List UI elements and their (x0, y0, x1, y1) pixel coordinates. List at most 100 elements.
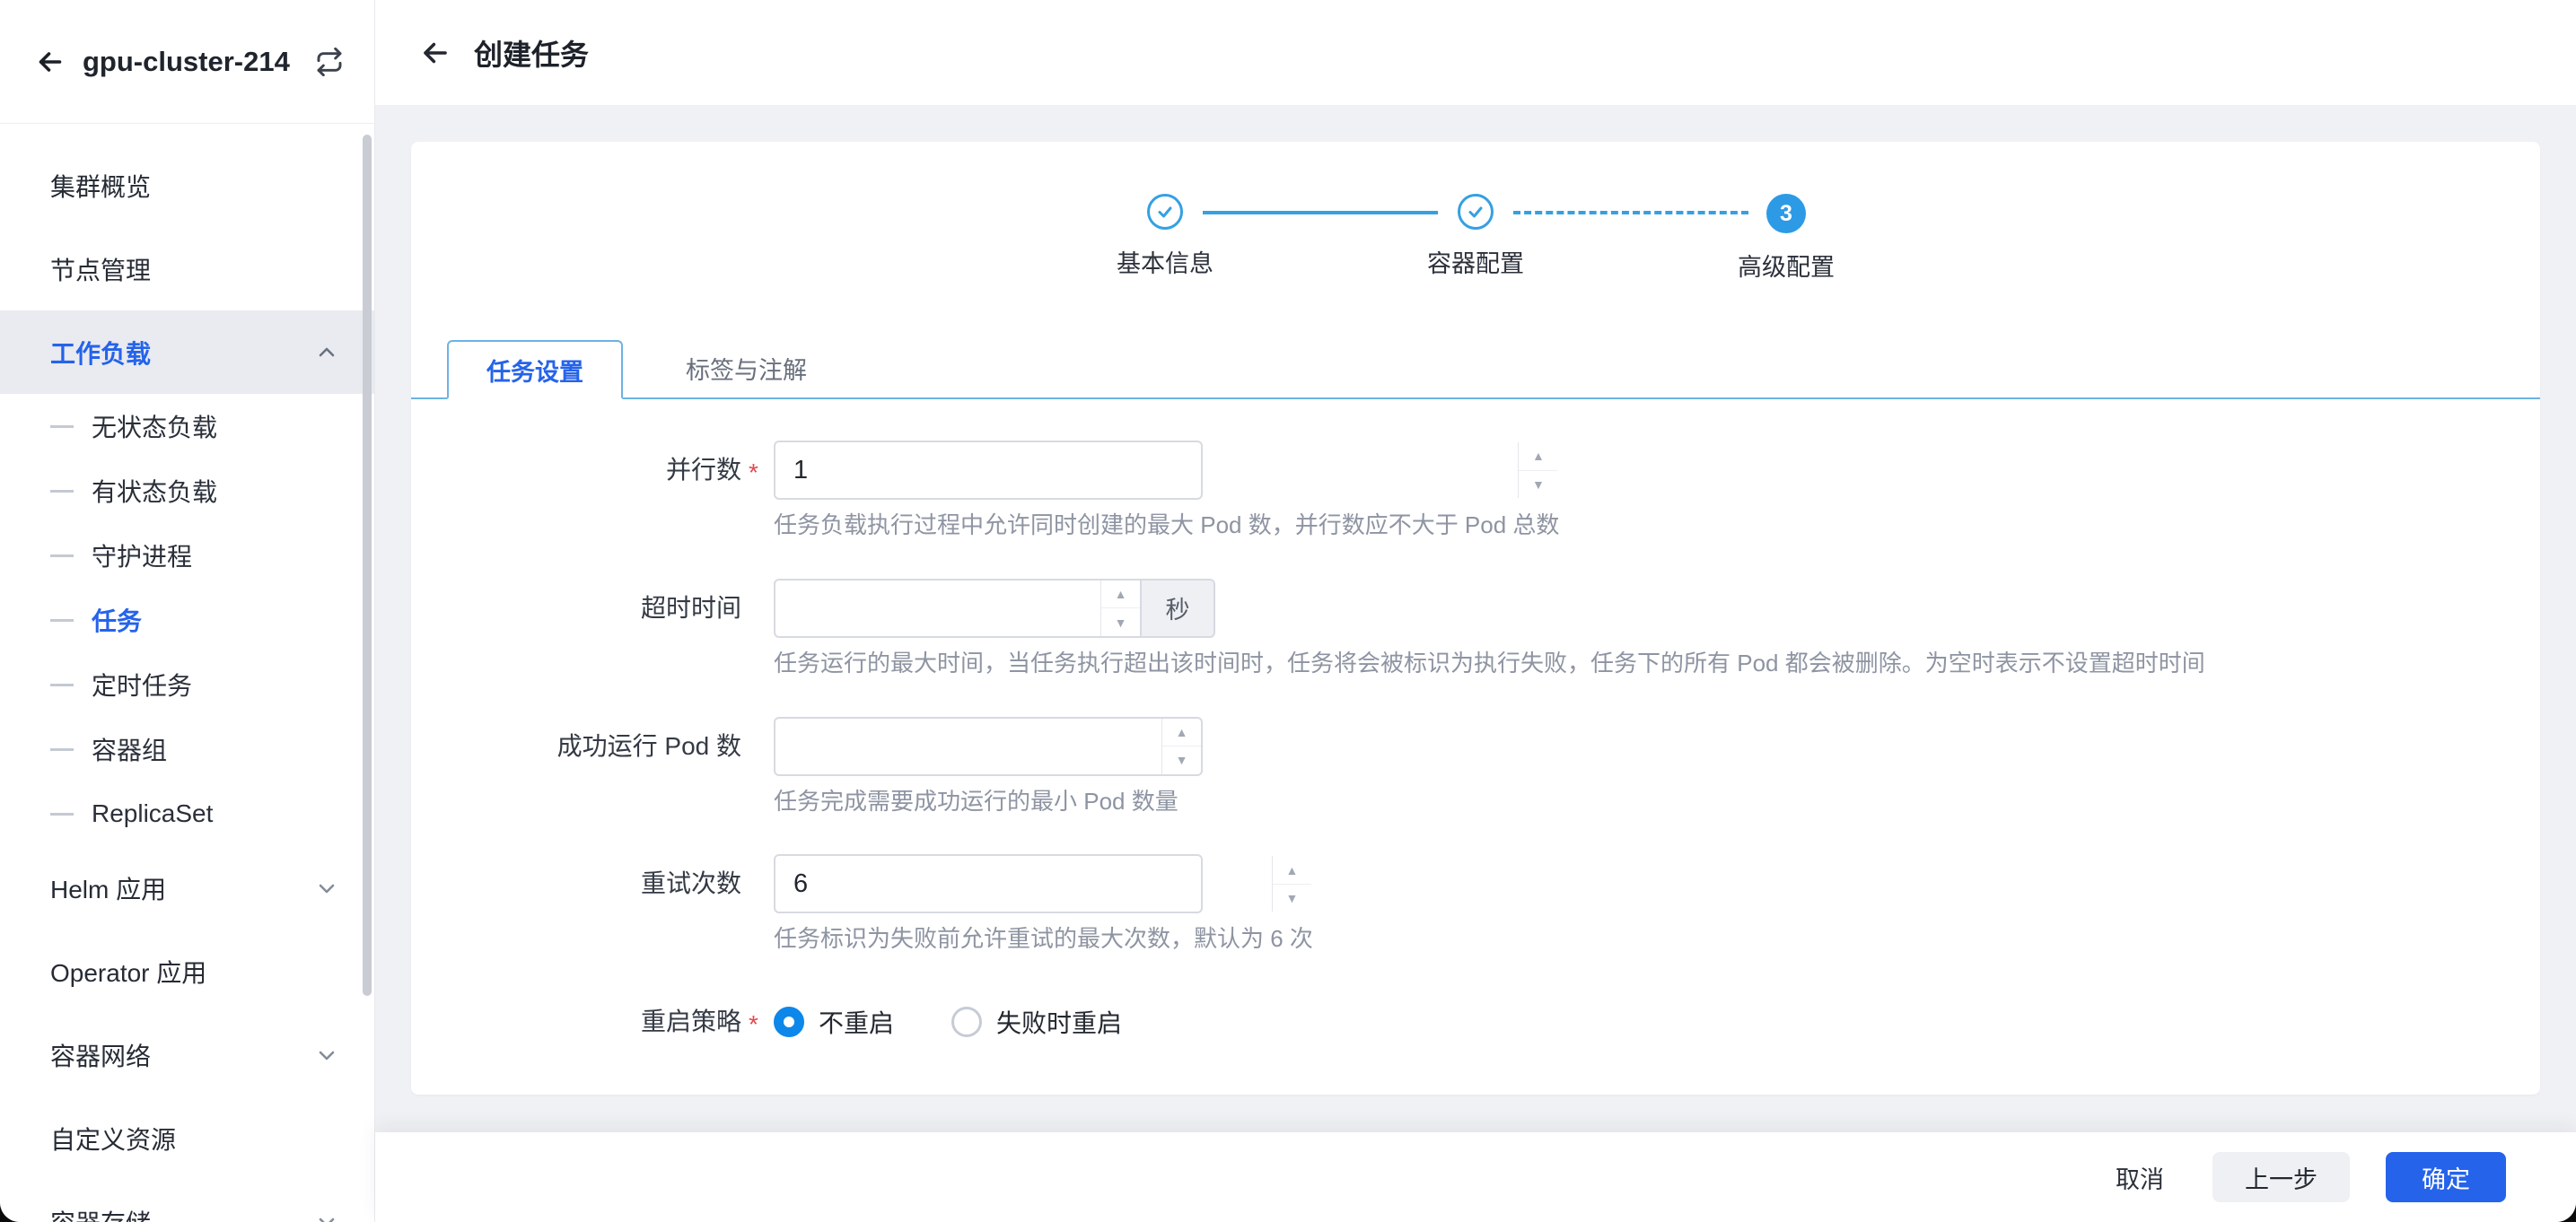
sidebar-item-helm-apps[interactable]: Helm 应用 (0, 846, 374, 930)
step-label: 高级配置 (1738, 248, 1835, 283)
success-pods-input[interactable] (774, 717, 1203, 776)
tab-bar: 任务设置 标签与注解 (411, 338, 2540, 399)
spinner-up-icon[interactable]: ▲ (1273, 856, 1311, 885)
dash-icon (50, 554, 74, 557)
step-connector-solid (1203, 211, 1438, 214)
cluster-name: gpu-cluster-214 (83, 46, 290, 78)
radio-unselected-icon (951, 1007, 982, 1037)
dash-icon (50, 425, 74, 428)
field-label: 重启策略 (411, 992, 741, 1057)
sidebar-item-label: 工作负载 (50, 335, 151, 371)
spinner-up-icon[interactable]: ▲ (1162, 719, 1201, 747)
previous-step-button[interactable]: 上一步 (2212, 1152, 2350, 1202)
sidebar-item-custom-resources[interactable]: 自定义资源 (0, 1096, 374, 1180)
spinner-down-icon[interactable]: ▼ (1162, 746, 1201, 774)
page-content: 基本信息 容器配置 3 高级配置 (375, 106, 2576, 1132)
radio-restart-on-failure[interactable]: 失败时重启 (951, 1004, 1122, 1040)
sidebar-item-cluster-overview[interactable]: 集群概览 (0, 144, 374, 227)
page-back-icon[interactable] (418, 36, 452, 70)
field-label: 并行数 (411, 441, 741, 541)
timeout-unit-suffix: 秒 (1142, 579, 1215, 638)
spinner-down-icon[interactable]: ▼ (1519, 471, 1557, 499)
field-label: 重试次数 (411, 854, 741, 955)
step-current-number: 3 (1766, 194, 1806, 233)
chevron-down-icon (315, 1210, 338, 1222)
dash-icon (50, 684, 74, 686)
sidebar-subitem-daemonsets[interactable]: 守护进程 (0, 523, 374, 588)
field-label: 超时时间 (411, 579, 741, 679)
sidebar-item-workloads[interactable]: 工作负载 (0, 310, 374, 394)
required-asterisk (741, 579, 774, 679)
number-spinner: ▲ ▼ (1100, 580, 1140, 636)
parallelism-input[interactable] (774, 441, 1203, 500)
sidebar-scrollbar[interactable] (363, 135, 372, 996)
sidebar: gpu-cluster-214 集群概览 节点管理 工作负载 无状态负载 (0, 0, 375, 1222)
required-asterisk (741, 717, 774, 817)
sidebar-item-label: 容器存储 (50, 1204, 151, 1222)
radio-no-restart[interactable]: 不重启 (774, 1004, 894, 1040)
sidebar-subitem-label: ReplicaSet (92, 799, 213, 828)
sidebar-subitem-label: 定时任务 (92, 667, 192, 703)
step-done-check-icon (1147, 194, 1183, 230)
sidebar-item-label: 节点管理 (50, 251, 151, 287)
sidebar-item-label: 容器网络 (50, 1037, 151, 1073)
spinner-up-icon[interactable]: ▲ (1101, 580, 1140, 609)
form-card: 基本信息 容器配置 3 高级配置 (411, 142, 2540, 1095)
sidebar-item-label: 自定义资源 (50, 1121, 176, 1157)
field-label: 成功运行 Pod 数 (411, 717, 741, 817)
sidebar-subitem-label: 容器组 (92, 731, 167, 767)
required-asterisk: * (741, 992, 774, 1057)
action-footer: 取消 上一步 确定 (375, 1132, 2576, 1222)
timeout-input[interactable] (774, 579, 1142, 638)
cancel-button[interactable]: 取消 (2103, 1160, 2177, 1195)
main-area: 创建任务 基本信息 容器配 (375, 0, 2576, 1222)
sidebar-item-label: Helm 应用 (50, 870, 166, 906)
sidebar-nav: 集群概览 节点管理 工作负载 无状态负载 有状态负载 守护进程 (0, 124, 374, 1222)
step-done-check-icon (1458, 194, 1494, 230)
page-title: 创建任务 (474, 32, 589, 74)
form-row-parallelism: 并行数 * ▲ ▼ 任务负载执行过程中允许同时创建的最大 Pod 数，并行数应不… (411, 441, 2540, 541)
dash-icon (50, 619, 74, 622)
sidebar-subitem-jobs[interactable]: 任务 (0, 588, 374, 652)
radio-label: 失败时重启 (996, 1004, 1122, 1040)
sidebar-item-node-management[interactable]: 节点管理 (0, 227, 374, 310)
back-icon[interactable] (31, 42, 70, 82)
app-window: gpu-cluster-214 集群概览 节点管理 工作负载 无状态负载 (0, 0, 2576, 1222)
tab-labels-annotations[interactable]: 标签与注解 (650, 338, 843, 397)
step-label: 基本信息 (1117, 244, 1214, 279)
number-spinner: ▲ ▼ (1272, 856, 1311, 912)
spinner-down-icon[interactable]: ▼ (1101, 608, 1140, 636)
sidebar-item-operator-apps[interactable]: Operator 应用 (0, 930, 374, 1013)
required-asterisk: * (741, 441, 774, 541)
field-helper: 任务运行的最大时间，当任务执行超出该时间时，任务将会被标识为执行失败，任务下的所… (774, 649, 2205, 679)
sidebar-subitem-label: 任务 (92, 602, 142, 638)
field-helper: 任务完成需要成功运行的最小 Pod 数量 (774, 787, 1203, 817)
field-helper: 任务负载执行过程中允许同时创建的最大 Pod 数，并行数应不大于 Pod 总数 (774, 511, 1559, 541)
step-label: 容器配置 (1427, 244, 1524, 279)
dash-icon (50, 748, 74, 751)
step-basic-info: 基本信息 (1145, 194, 1185, 279)
sidebar-item-container-storage[interactable]: 容器存储 (0, 1180, 374, 1222)
stepper: 基本信息 容器配置 3 高级配置 (411, 142, 2540, 283)
sidebar-subitem-deployments[interactable]: 无状态负载 (0, 394, 374, 458)
sidebar-subitem-label: 守护进程 (92, 537, 192, 573)
spinner-down-icon[interactable]: ▼ (1273, 885, 1311, 912)
sidebar-subitem-cronjobs[interactable]: 定时任务 (0, 652, 374, 717)
sidebar-subitem-pods[interactable]: 容器组 (0, 717, 374, 781)
form-row-completions: 成功运行 Pod 数 ▲ ▼ 任务完成需要成功运行的最小 Pod 数量 (411, 717, 2540, 817)
number-spinner: ▲ ▼ (1161, 719, 1201, 774)
job-settings-form: 并行数 * ▲ ▼ 任务负载执行过程中允许同时创建的最大 Pod 数，并行数应不… (411, 399, 2540, 1057)
spinner-up-icon[interactable]: ▲ (1519, 442, 1557, 471)
sidebar-item-container-network[interactable]: 容器网络 (0, 1013, 374, 1096)
chevron-up-icon (315, 341, 338, 364)
confirm-button[interactable]: 确定 (2386, 1152, 2506, 1202)
form-row-restart-policy: 重启策略 * 不重启 失败时重启 (411, 992, 2540, 1057)
step-connector-dashed (1513, 211, 1748, 214)
sidebar-subitem-statefulsets[interactable]: 有状态负载 (0, 458, 374, 523)
retry-limit-input[interactable] (774, 854, 1203, 913)
sidebar-subitem-replicaset[interactable]: ReplicaSet (0, 781, 374, 846)
sidebar-header: gpu-cluster-214 (0, 0, 374, 124)
tab-job-settings[interactable]: 任务设置 (447, 340, 623, 399)
radio-selected-icon (774, 1007, 804, 1037)
switch-cluster-icon[interactable] (315, 48, 344, 76)
